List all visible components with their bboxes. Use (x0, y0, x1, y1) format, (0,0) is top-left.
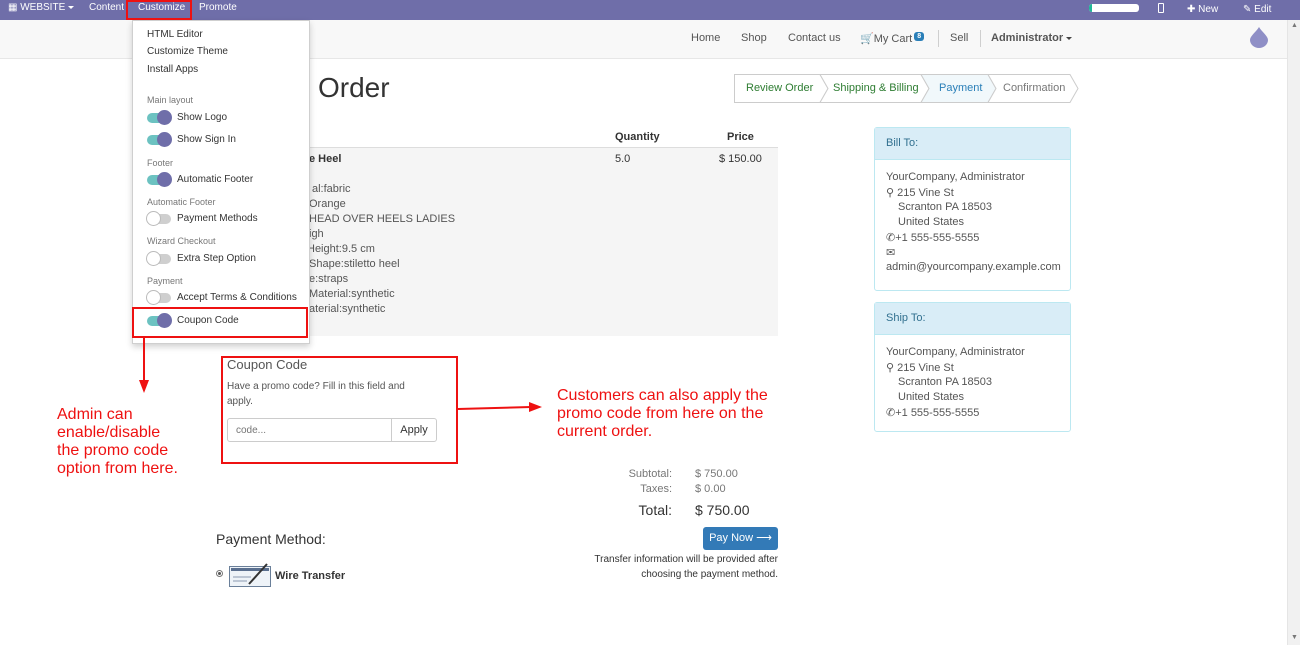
annotation-admin-note: Admin can enable/disable the promo code … (57, 406, 178, 477)
annotation-arrows (139, 338, 542, 412)
annotation-customer-note: Customers can also apply the promo code … (557, 387, 768, 440)
